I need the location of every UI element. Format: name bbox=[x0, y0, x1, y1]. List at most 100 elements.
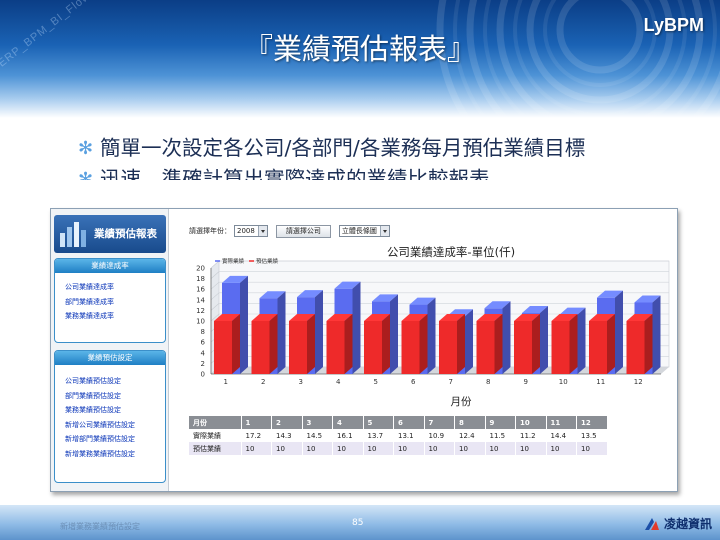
menu-item-company-forecast[interactable]: 公司業績預估設定 bbox=[55, 374, 165, 389]
x-tick-label: 6 bbox=[411, 378, 416, 386]
report-chart-icon bbox=[60, 222, 86, 247]
bullet-text: 迅速、準確計算出實際達成的業績比較報表 bbox=[100, 167, 490, 180]
table-header-cell: 10 bbox=[515, 416, 547, 429]
y-tick-label: 12 bbox=[196, 307, 205, 315]
slide-footer: 新增業務業績預估設定 85 凌越資訊 bbox=[0, 505, 720, 540]
bar-actual-side bbox=[615, 290, 623, 374]
table-header-cell: 3 bbox=[302, 416, 333, 429]
table-cell-actual: 14.4 bbox=[546, 429, 577, 442]
brand-logo: LyBPM bbox=[643, 15, 704, 35]
table-cell-actual: 13.7 bbox=[363, 429, 394, 442]
legend-label: 預估業績 bbox=[256, 257, 279, 265]
table-cell-actual: 17.2 bbox=[241, 429, 272, 442]
bar-actual-side bbox=[390, 294, 398, 374]
bar-forecast bbox=[364, 321, 382, 374]
menu-item-sales-forecast[interactable]: 業務業績預估設定 bbox=[55, 403, 165, 418]
company-logo-icon bbox=[644, 517, 659, 530]
bar-actual-side bbox=[577, 307, 586, 374]
bullet-item: ✻ 迅速、準確計算出實際達成的業績比較報表 bbox=[78, 165, 658, 180]
y-tick-label: 10 bbox=[196, 318, 205, 326]
table-cell-actual: 14.5 bbox=[302, 429, 333, 442]
table-cell-forecast: 10 bbox=[363, 442, 394, 455]
table-header-cell: 4 bbox=[332, 416, 364, 429]
table-header-cell: 12 bbox=[576, 416, 608, 429]
menu-item-department-forecast[interactable]: 部門業績預估設定 bbox=[55, 389, 165, 404]
bar-actual-side bbox=[277, 291, 286, 374]
x-tick-label: 1 bbox=[224, 378, 228, 386]
table-cell-actual: 10.9 bbox=[424, 429, 455, 442]
chart-title: 公司業績達成率-單位(仟) bbox=[387, 245, 515, 259]
bar-actual-side bbox=[427, 297, 436, 374]
table-cell-forecast: 10 bbox=[393, 442, 425, 455]
menu-heading: 業績達成率 bbox=[55, 259, 165, 273]
bar-forecast-side bbox=[532, 314, 540, 374]
footer-ghost-text: 新增業務業績預估設定 bbox=[60, 522, 140, 531]
table-header-row: 月份 1 2 3 4 5 6 7 8 9 10 11 12 bbox=[189, 416, 608, 429]
menu-heading: 業績預估設定 bbox=[55, 351, 165, 365]
bar-actual-side bbox=[352, 281, 361, 374]
table-header-cell: 9 bbox=[485, 416, 516, 429]
menu-item-add-sales-forecast[interactable]: 新增業務業績預估設定 bbox=[55, 447, 165, 462]
bar-forecast-side bbox=[232, 314, 240, 374]
table-cell-forecast: 10 bbox=[515, 442, 547, 455]
menu-item-company-achievement[interactable]: 公司業績達成率 bbox=[55, 280, 165, 295]
table-header-cell: 5 bbox=[363, 416, 394, 429]
table-cell-forecast: 10 bbox=[546, 442, 577, 455]
table-header-cell: 7 bbox=[424, 416, 455, 429]
bar-forecast bbox=[589, 321, 607, 374]
table-header-cell: 8 bbox=[454, 416, 486, 429]
bar-forecast bbox=[439, 321, 457, 374]
bar-actual-side bbox=[540, 306, 548, 374]
app-logo-banner: 業績預估報表 bbox=[54, 215, 166, 253]
table-cell-actual: 12.4 bbox=[454, 429, 486, 442]
bar-actual-side bbox=[502, 301, 511, 374]
x-tick-label: 8 bbox=[486, 378, 490, 386]
asterisk-bullet-icon: ✻ bbox=[78, 169, 94, 180]
y-tick-label: 6 bbox=[201, 339, 206, 347]
menu-item-add-department-forecast[interactable]: 新增部門業績預估設定 bbox=[55, 432, 165, 447]
table-cell-forecast: 10 bbox=[576, 442, 608, 455]
table-header-cell: 2 bbox=[271, 416, 303, 429]
table-cell-actual: 13.1 bbox=[393, 429, 425, 442]
bar-actual-side bbox=[315, 290, 323, 374]
x-tick-label: 10 bbox=[559, 378, 568, 386]
bar-actual-side bbox=[652, 295, 661, 374]
table-cell-forecast: 10 bbox=[424, 442, 455, 455]
y-tick-label: 0 bbox=[201, 371, 205, 379]
bar-forecast-side bbox=[607, 314, 615, 374]
y-tick-label: 14 bbox=[196, 296, 205, 304]
menu-item-department-achievement[interactable]: 部門業績達成率 bbox=[55, 295, 165, 310]
bullet-list: ✻ 簡單一次設定各公司/各部門/各業務每月預估業績目標 ✻ 迅速、準確計算出實際… bbox=[78, 134, 658, 180]
bullet-text: 簡單一次設定各公司/各部門/各業務每月預估業績目標 bbox=[100, 136, 586, 160]
bar-forecast bbox=[514, 321, 532, 374]
company-logo-text: 凌越資訊 bbox=[663, 517, 712, 531]
table-header-cell: 1 bbox=[241, 416, 272, 429]
app-main-panel: 請選擇年份： 2008 請選擇公司 立體長條圖 公司業績達成率-單位(仟) 0 2 4… bbox=[171, 209, 677, 491]
bar-forecast bbox=[326, 321, 345, 374]
app-logo-label: 業績預估報表 bbox=[94, 228, 157, 240]
y-tick-label: 8 bbox=[201, 328, 205, 336]
table-cell-actual: 14.3 bbox=[271, 429, 303, 442]
table-cell-actual: 16.1 bbox=[332, 429, 364, 442]
menu-item-add-company-forecast[interactable]: 新增公司業績預估設定 bbox=[55, 418, 165, 433]
menu-item-sales-achievement[interactable]: 業務業績達成率 bbox=[55, 309, 165, 324]
table-cell-forecast: 10 bbox=[485, 442, 516, 455]
bar-forecast-side bbox=[494, 314, 503, 374]
table-row-forecast: 預估業績 10 10 10 10 10 10 10 10 10 10 10 10 bbox=[189, 442, 608, 455]
table-cell-actual: 13.5 bbox=[576, 429, 608, 442]
x-tick-label: 7 bbox=[449, 378, 453, 386]
bar-forecast bbox=[476, 321, 495, 374]
x-tick-label: 2 bbox=[261, 378, 265, 386]
bar-forecast bbox=[401, 321, 420, 374]
bar-forecast bbox=[626, 321, 645, 374]
bar-actual-side bbox=[465, 309, 473, 374]
table-header-cell: 11 bbox=[546, 416, 577, 429]
table-row-actual: 實際業績 17.2 14.3 14.5 16.1 13.7 13.1 10.9 12.4 11.… bbox=[189, 429, 608, 442]
bar-forecast bbox=[289, 321, 307, 374]
bar-forecast bbox=[214, 321, 232, 374]
table-cell-actual: 11.2 bbox=[515, 429, 547, 442]
app-sidebar: 業績預估報表 業績達成率 公司業績達成率 部門業績達成率 業務業績達成率 業績預… bbox=[51, 209, 169, 491]
app-screenshot: 業績預估報表 業績達成率 公司業績達成率 部門業績達成率 業務業績達成率 業績預… bbox=[50, 208, 678, 492]
company-logo: 凌越資訊 bbox=[643, 515, 712, 532]
table-cell-forecast: 10 bbox=[271, 442, 303, 455]
